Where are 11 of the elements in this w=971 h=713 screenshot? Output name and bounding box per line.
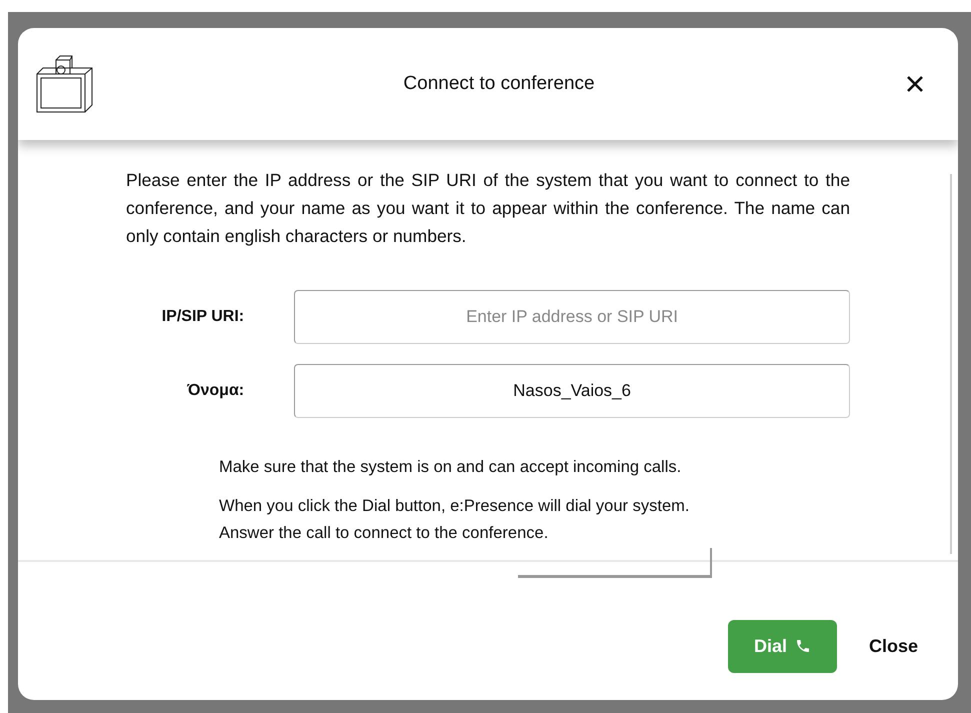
input-field[interactable]: Nasos_Vaios_6 bbox=[294, 364, 850, 418]
scrollbar[interactable] bbox=[950, 174, 952, 554]
note-text: When you click the Dial button, e:Presence will dial your system. Answer the call to connect to the conference. bbox=[219, 496, 690, 544]
dialog-title: Connect to conference bbox=[402, 73, 596, 95]
field-label: IP/SIP URI: bbox=[160, 308, 244, 326]
phone-icon bbox=[794, 638, 811, 654]
field-label: Όνομα: bbox=[186, 382, 244, 400]
close-button[interactable]: Close bbox=[868, 636, 918, 656]
input-field[interactable]: Enter IP address or SIP URI bbox=[294, 290, 850, 344]
note-text: Make sure that the system is on and can accept incoming calls. bbox=[219, 457, 682, 478]
instructions-text: Please enter the IP address or the SIP URI of the system that you want to connect to the conference, and your name as you want it to appear within the conference. The name can only contain english characters or numbers. bbox=[126, 169, 850, 248]
